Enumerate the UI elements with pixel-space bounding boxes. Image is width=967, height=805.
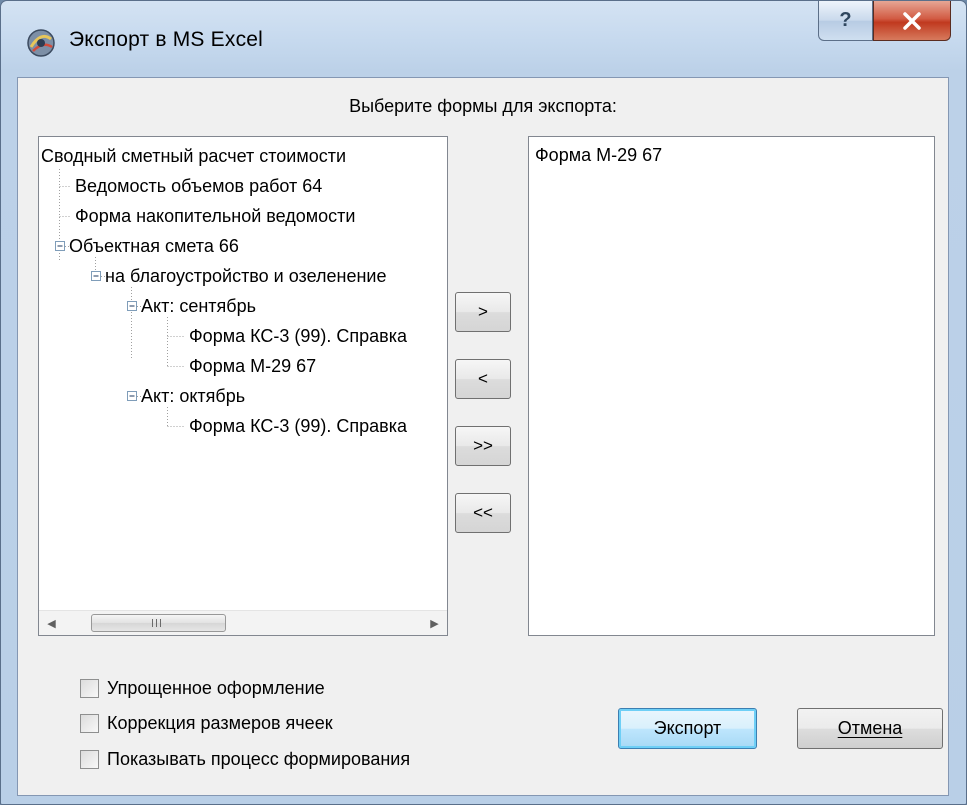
tree-item-svodny[interactable]: Сводный сметный расчет стоимости [41,141,346,171]
simplified-label: Упрощенное оформление [107,677,325,698]
option-cell-correction[interactable]: Коррекция размеров ячеек [80,708,333,738]
arrow-right-icon[interactable]: ▶ [422,611,447,635]
tree-item-m29[interactable]: Форма М-29 67 [189,351,316,381]
tree-item-ks3-sentyabr[interactable]: Форма КС-3 (99). Справка [189,321,407,351]
close-icon [903,11,921,30]
scrollbar-thumb[interactable] [91,614,226,632]
cell-correction-label: Коррекция размеров ячеек [107,712,333,733]
help-button[interactable]: ? [818,1,873,41]
cell-correction-checkbox[interactable] [80,713,99,733]
option-show-progress[interactable]: Показывать процесс формирования [80,744,410,774]
selected-forms-list[interactable]: Форма М-29 67 [528,136,935,636]
tree-item-blagoustroystvo[interactable]: на благоустройство и озеленение [105,261,386,291]
remove-selected-button[interactable]: < [455,359,511,399]
excel-export-icon [25,27,57,59]
tree-item-nakopitelnaya[interactable]: Форма накопительной ведомости [75,201,355,231]
show-progress-checkbox[interactable] [80,749,99,769]
arrow-left-icon[interactable]: ◀ [39,611,64,635]
add-all-button[interactable]: >> [455,426,511,466]
help-icon: ? [839,9,852,31]
simplified-checkbox[interactable] [80,678,99,698]
window-title: Экспорт в MS Excel [69,28,264,51]
forms-tree-view[interactable]: Сводный сметный расчет стоимости Ведомос… [38,136,448,636]
tree-item-vedomost[interactable]: Ведомость объемов работ 64 [75,171,322,201]
grip-icon [152,619,161,627]
cancel-label: Отмена [837,718,903,738]
dialog-client-area: Выберите формы для экспорта: Сводный сме… [17,77,949,796]
cancel-button[interactable]: Отмена [797,708,943,749]
prompt-label: Выберите формы для экспорта: [349,96,617,116]
list-item[interactable]: Форма М-29 67 [535,145,662,166]
title-bar[interactable]: Экспорт в MS Excel ? [1,1,966,77]
show-progress-label: Показывать процесс формирования [107,748,411,769]
export-dialog-window: Экспорт в MS Excel ? Выберите формы для … [0,0,967,805]
tree-item-akt-sentyabr[interactable]: Акт: сентябрь [141,291,256,321]
close-button[interactable] [873,1,951,41]
export-button[interactable]: Экспорт [618,708,757,749]
option-simplified[interactable]: Упрощенное оформление [80,673,325,703]
remove-all-button[interactable]: << [455,493,511,533]
tree-content: Сводный сметный расчет стоимости Ведомос… [39,137,447,610]
add-selected-button[interactable]: > [455,292,511,332]
tree-item-akt-oktyabr[interactable]: Акт: октябрь [141,381,245,411]
tree-item-ks3-oktyabr[interactable]: Форма КС-3 (99). Справка [189,411,407,441]
tree-horizontal-scrollbar[interactable]: ◀ ▶ [39,610,447,635]
tree-item-obektnaya-smeta[interactable]: Объектная смета 66 [69,231,239,261]
